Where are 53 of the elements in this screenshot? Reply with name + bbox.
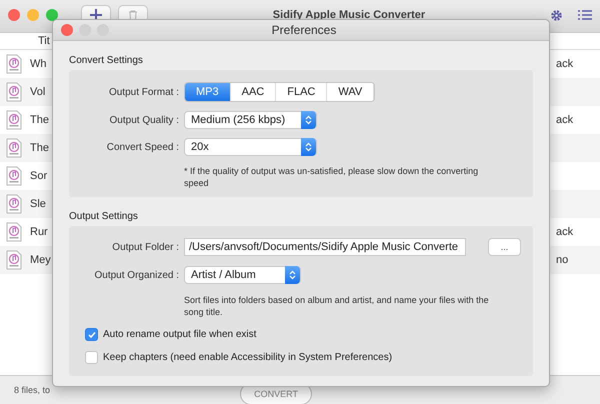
field-label: Convert Speed : — [106, 142, 180, 152]
stepper-icon — [305, 115, 312, 125]
music-file-icon — [6, 138, 22, 158]
column-header[interactable]: Tit — [38, 35, 50, 47]
field-label: Output Organized : — [94, 270, 180, 280]
status-text: 8 files, to — [14, 385, 50, 395]
music-file-icon — [6, 250, 22, 270]
checkbox[interactable] — [85, 351, 98, 364]
track-title: Sle — [30, 198, 47, 210]
menu-icon[interactable] — [578, 9, 592, 21]
stepper-icon — [305, 142, 312, 152]
table-cell-text: no — [556, 254, 570, 266]
zoom-button[interactable] — [46, 9, 58, 21]
speed-note: * If the quality of output was un-satisfied, please slow down the converting speed — [184, 165, 480, 189]
app-title: Sidify Apple Music Converter — [272, 9, 426, 21]
quality-select[interactable]: Medium (256 kbps) — [184, 111, 317, 129]
field-label: Output Folder : — [111, 242, 180, 252]
track-title: The — [30, 114, 50, 126]
music-file-icon — [6, 82, 22, 102]
track-title: The — [30, 142, 50, 154]
track-title: Wh — [30, 58, 48, 70]
dialog-title: Preferences — [270, 23, 338, 37]
field-label: Output Format : — [108, 86, 180, 98]
settings-icon[interactable] — [550, 9, 563, 22]
table-cell-text: ack — [556, 58, 574, 70]
check-icon — [88, 330, 96, 338]
folder-field[interactable]: /Users/anvsoft/Documents/Sidify Apple Music Converte — [184, 238, 466, 256]
track-title: Rur — [30, 226, 49, 238]
track-title: Mey — [30, 254, 52, 266]
organized-select[interactable]: Artist / Album — [184, 266, 301, 284]
speed-select[interactable]: 20x — [184, 138, 317, 156]
checkbox-label: Keep chapters (need enable Accessibility in System Preferences) — [103, 352, 392, 363]
minimize-button[interactable] — [27, 9, 39, 21]
music-file-icon — [6, 54, 22, 74]
section-heading: Convert Settings — [69, 55, 144, 66]
table-cell-text: ack — [556, 114, 574, 126]
checkbox-label: Auto rename output file when exist — [103, 329, 256, 340]
section-heading: Output Settings — [69, 211, 139, 222]
browse-button[interactable]: ... — [488, 238, 521, 256]
music-file-icon — [6, 222, 22, 242]
field-label: Output Quality : — [108, 114, 180, 126]
music-file-icon — [6, 194, 22, 214]
checkbox[interactable] — [85, 328, 98, 341]
stepper-icon — [289, 270, 296, 280]
organized-note: Sort files into folders based on album and artist, and name your files with the song title. — [184, 294, 490, 318]
close-button[interactable] — [61, 24, 73, 36]
table-cell-text: ack — [556, 226, 574, 238]
plus-icon — [90, 9, 102, 21]
music-file-icon — [6, 110, 22, 130]
music-file-icon — [6, 166, 22, 186]
close-button[interactable] — [8, 9, 20, 21]
track-title: Sor — [30, 170, 48, 182]
track-title: Vol — [30, 86, 46, 98]
